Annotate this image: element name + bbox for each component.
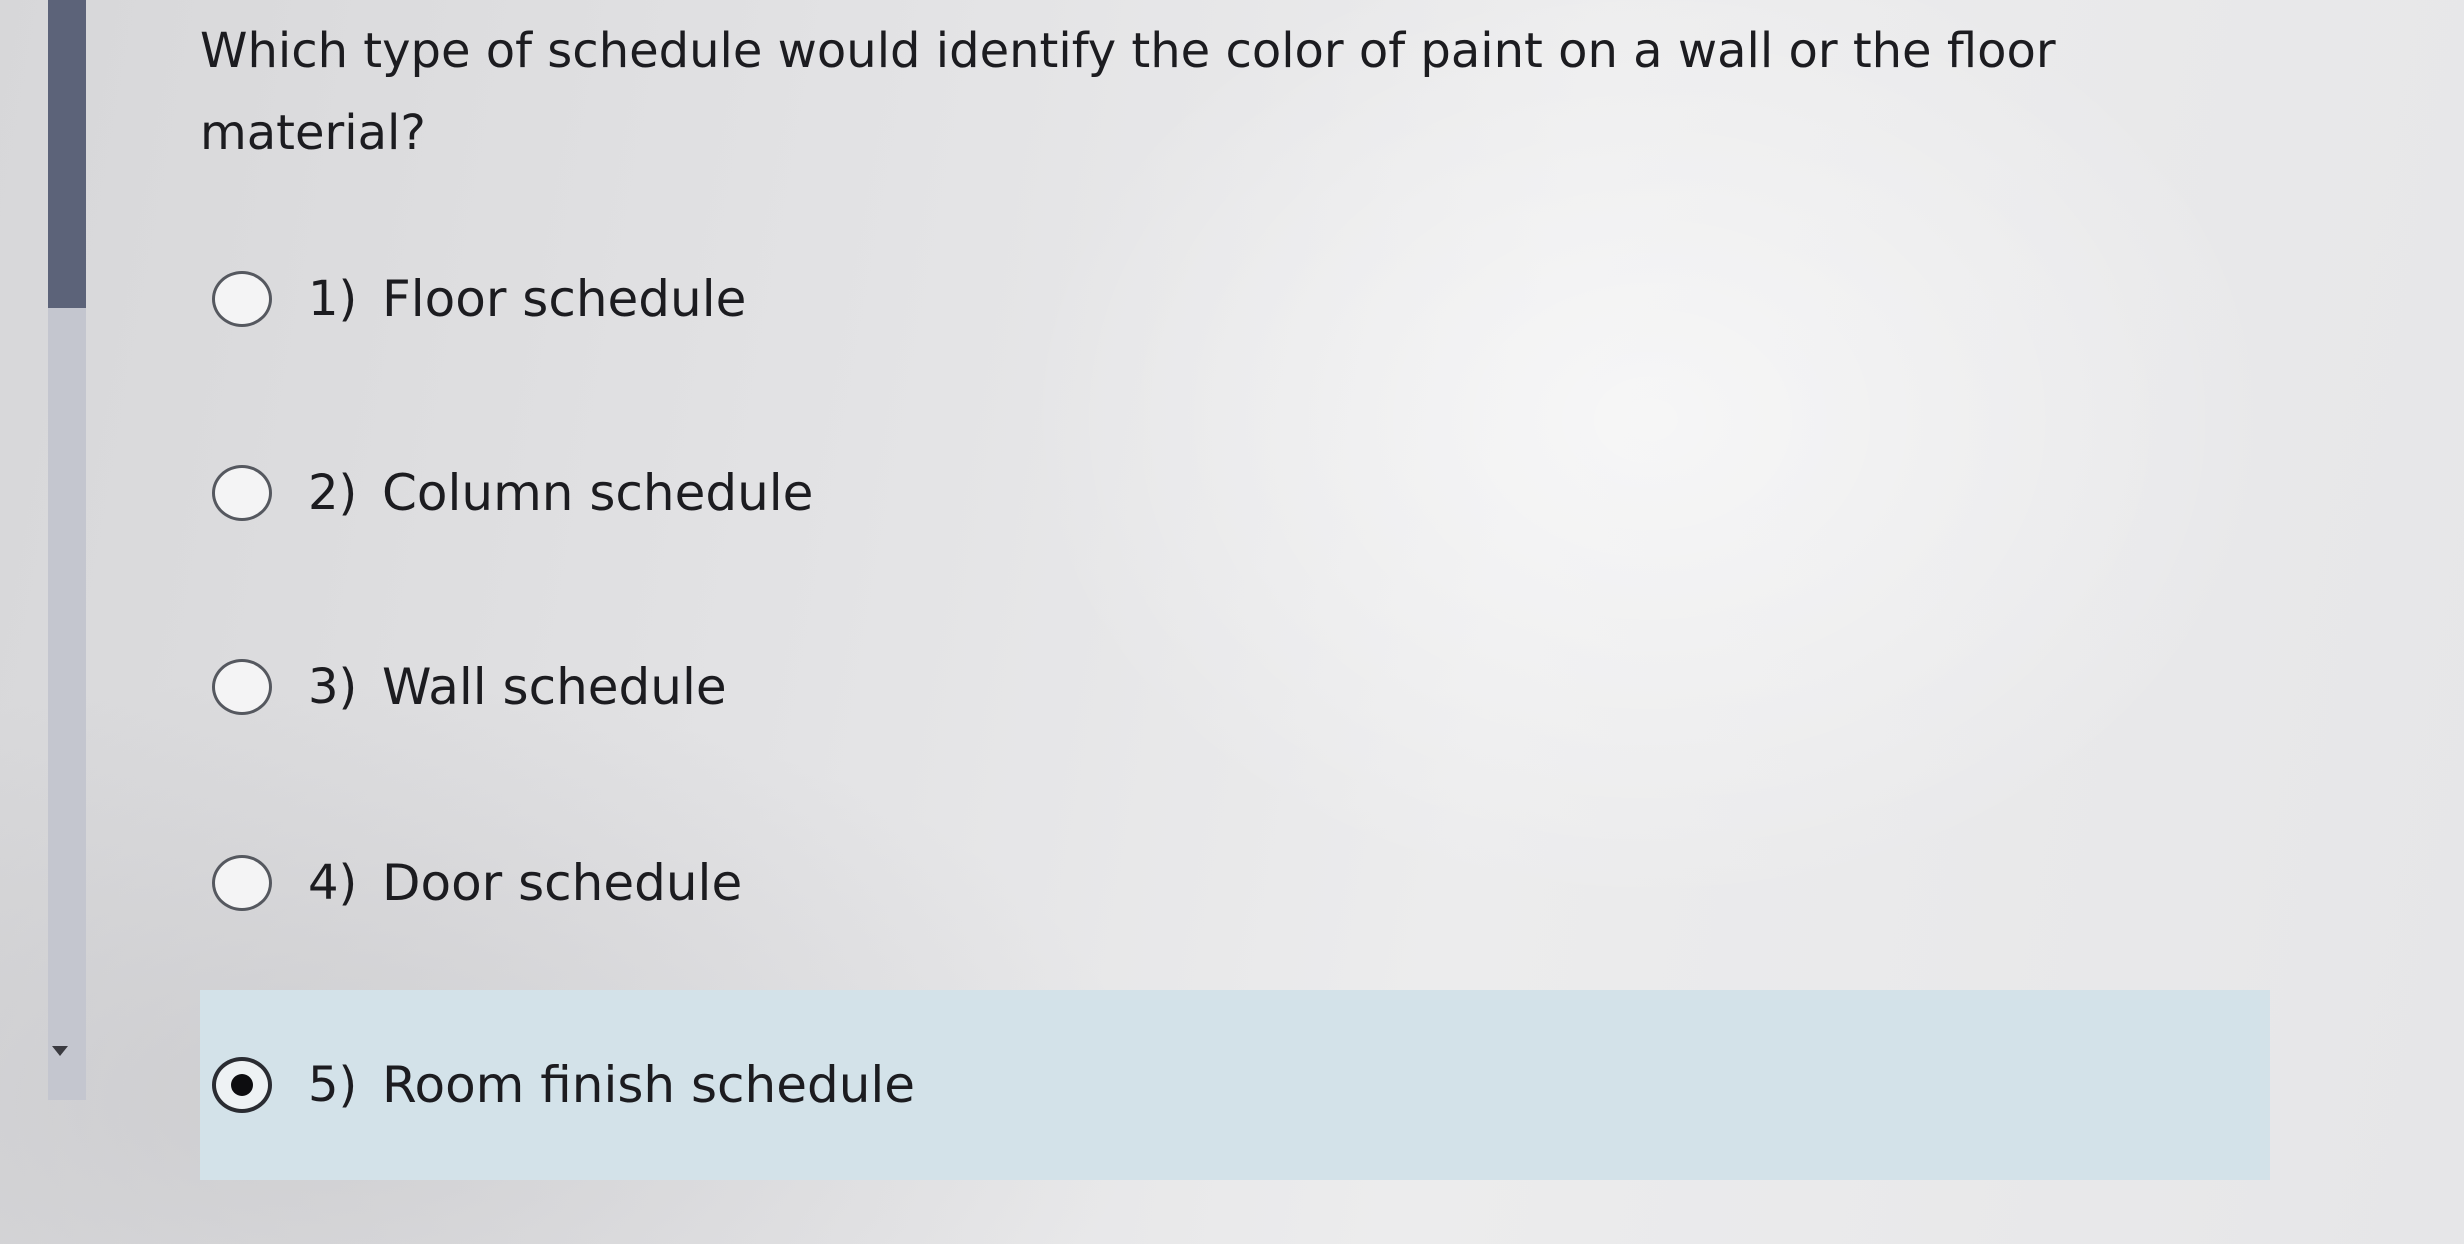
option-3[interactable]: 3) Wall schedule — [200, 592, 2270, 782]
quiz-page: Which type of schedule would identify th… — [0, 0, 2464, 1244]
scrollbar-thumb[interactable] — [48, 0, 86, 308]
option-1[interactable]: 1) Floor schedule — [200, 204, 2270, 394]
option-label: Room finish schedule — [382, 1056, 916, 1114]
question-text: Which type of schedule would identify th… — [200, 23, 2056, 161]
option-label: Wall schedule — [382, 658, 727, 716]
option-number: 5) — [308, 1057, 358, 1113]
radio-button-icon[interactable] — [212, 1057, 272, 1113]
option-label: Column schedule — [382, 464, 814, 522]
option-5[interactable]: 5) Room finish schedule — [200, 990, 2270, 1180]
option-number: 2) — [308, 465, 358, 521]
option-4[interactable]: 4) Door schedule — [200, 788, 2270, 978]
caret-down-icon[interactable] — [52, 1046, 68, 1056]
option-number: 1) — [308, 271, 358, 327]
option-number: 3) — [308, 659, 358, 715]
option-label: Door schedule — [382, 854, 743, 912]
radio-button-icon[interactable] — [212, 465, 272, 521]
radio-button-icon[interactable] — [212, 271, 272, 327]
option-2[interactable]: 2) Column schedule — [200, 398, 2270, 588]
option-label: Floor schedule — [382, 270, 747, 328]
option-number: 4) — [308, 855, 358, 911]
radio-button-icon[interactable] — [212, 659, 272, 715]
radio-button-icon[interactable] — [212, 855, 272, 911]
